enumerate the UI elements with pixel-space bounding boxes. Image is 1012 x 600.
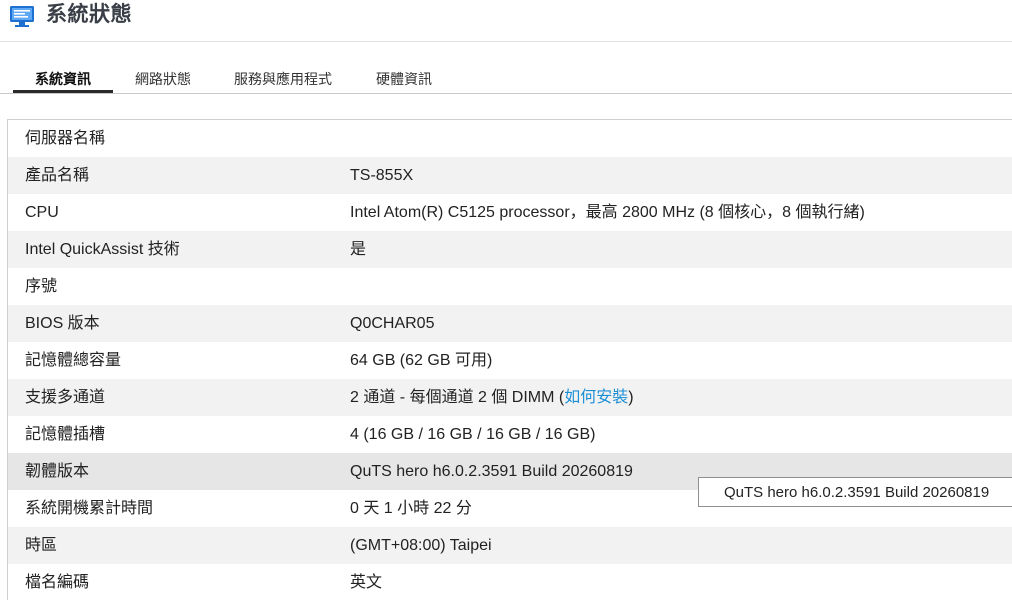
row-memory-slots: 記憶體插槽 4 (16 GB / 16 GB / 16 GB / 16 GB) <box>8 416 1012 453</box>
row-label: 支援多通道 <box>25 389 106 406</box>
row-value: 0 天 1 小時 22 分 <box>350 500 472 517</box>
row-cpu: CPU Intel Atom(R) C5125 processor，最高 280… <box>8 194 1012 231</box>
row-value: (GMT+08:00) Taipei <box>350 537 492 554</box>
tab-services-apps[interactable]: 服務與應用程式 <box>224 64 342 93</box>
row-serial: 序號 <box>8 268 1012 305</box>
monitor-icon <box>10 6 34 27</box>
row-product-name: 產品名稱 TS-855X <box>8 157 1012 194</box>
row-value: 是 <box>350 241 367 258</box>
multichannel-prefix: 2 通道 - 每個通道 2 個 DIMM ( <box>350 389 565 406</box>
multichannel-suffix: ) <box>628 389 634 406</box>
row-label: BIOS 版本 <box>25 315 100 332</box>
row-bios: BIOS 版本 Q0CHAR05 <box>8 305 1012 342</box>
page-title: 系統狀態 <box>46 3 132 26</box>
row-label: 記憶體插槽 <box>25 426 106 443</box>
row-value: 64 GB (62 GB 可用) <box>350 352 493 369</box>
firmware-tooltip: QuTS hero h6.0.2.3591 Build 20260819 <box>698 477 1012 507</box>
row-label: 韌體版本 <box>25 463 90 480</box>
row-label: 產品名稱 <box>25 167 90 184</box>
row-value: TS-855X <box>350 167 414 184</box>
row-value: 英文 <box>350 574 383 591</box>
row-timezone: 時區 (GMT+08:00) Taipei <box>8 527 1012 564</box>
row-server-name: 伺服器名稱 <box>8 120 1012 157</box>
row-label: 伺服器名稱 <box>25 130 106 147</box>
row-label: CPU <box>25 204 59 221</box>
row-label: 檔名編碼 <box>25 574 90 591</box>
page-header: 系統狀態 <box>0 0 1012 42</box>
row-value: QuTS hero h6.0.2.3591 Build 20260819 <box>350 463 633 480</box>
row-label: 時區 <box>25 537 58 554</box>
row-memory-total: 記憶體總容量 64 GB (62 GB 可用) <box>8 342 1012 379</box>
row-label: 序號 <box>25 278 58 295</box>
system-info-table: 伺服器名稱 產品名稱 TS-855X CPU Intel Atom(R) C51… <box>7 119 1012 600</box>
tab-bar: 系統資訊 網路狀態 服務與應用程式 硬體資訊 <box>0 64 1012 94</box>
tab-system-info[interactable]: 系統資訊 <box>13 64 113 93</box>
row-value: 2 通道 - 每個通道 2 個 DIMM (如何安裝) <box>350 379 634 416</box>
row-value: Q0CHAR05 <box>350 315 435 332</box>
row-label: Intel QuickAssist 技術 <box>25 241 180 258</box>
row-value: 4 (16 GB / 16 GB / 16 GB / 16 GB) <box>350 426 596 443</box>
row-multichannel: 支援多通道 2 通道 - 每個通道 2 個 DIMM (如何安裝) <box>8 379 1012 416</box>
tab-network-status[interactable]: 網路狀態 <box>122 64 204 93</box>
row-quickassist: Intel QuickAssist 技術 是 <box>8 231 1012 268</box>
row-filename-encoding: 檔名編碼 英文 <box>8 564 1012 600</box>
tab-hardware-info[interactable]: 硬體資訊 <box>363 64 445 93</box>
row-value: Intel Atom(R) C5125 processor，最高 2800 MH… <box>350 204 865 221</box>
how-to-install-link[interactable]: 如何安裝 <box>564 389 628 406</box>
row-label: 記憶體總容量 <box>25 352 122 369</box>
row-label: 系統開機累計時間 <box>25 500 154 517</box>
